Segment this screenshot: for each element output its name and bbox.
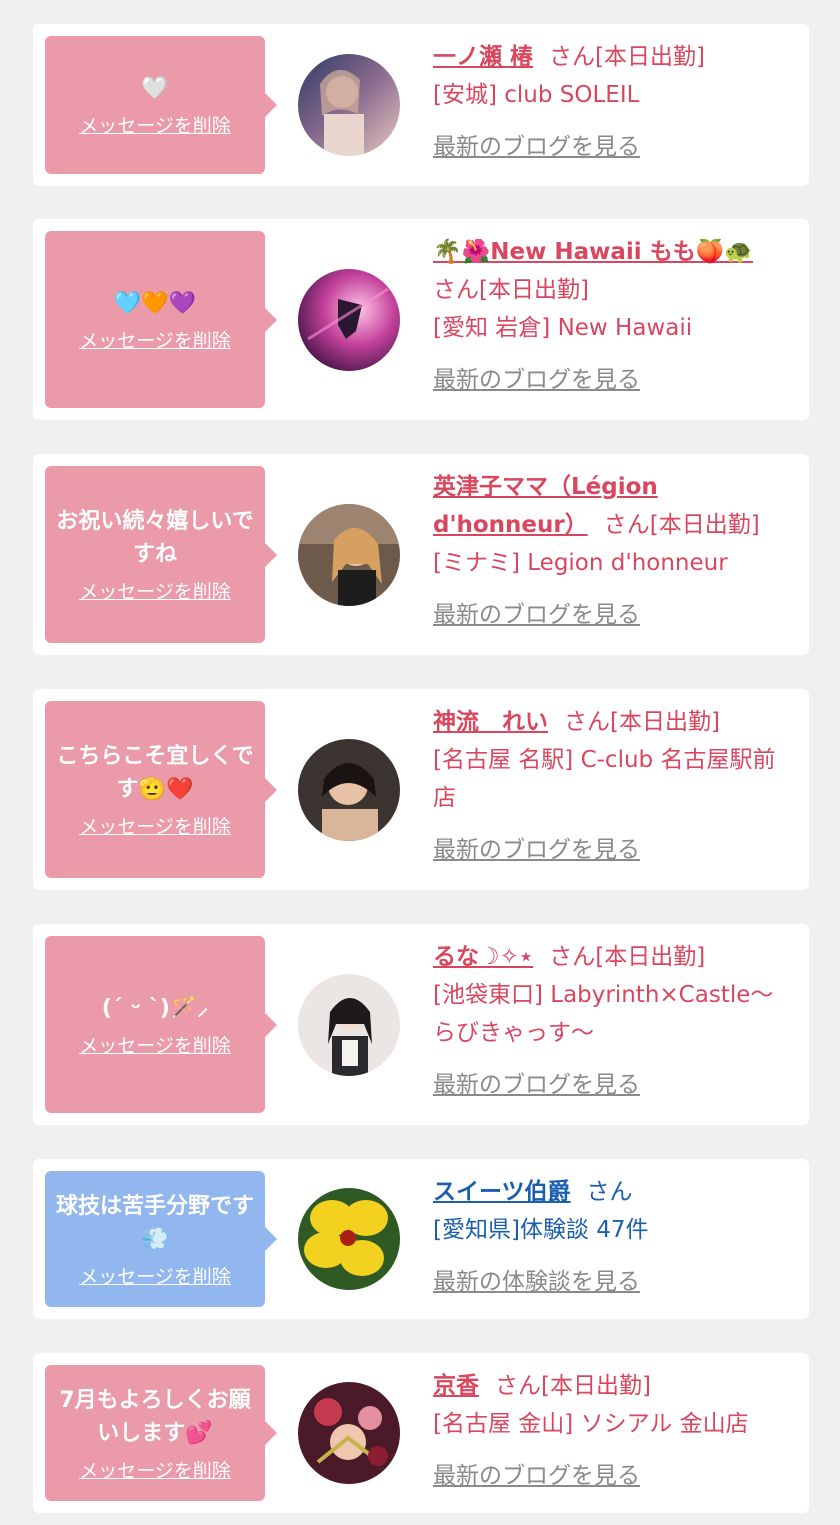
shop-label: [ミナミ] Legion d'honneur (433, 550, 728, 576)
message-card: (ˊ ᵕ ˋ)🪄⸝ メッセージを削除 るな☽✧⋆ さん[本日出勤] [池袋東口] … (33, 924, 809, 1125)
message-text: お祝い続々嬉しいですね (56, 509, 254, 567)
message-bubble: 7月もよろしくお願いします💕 メッセージを削除 (45, 1365, 277, 1501)
profile-info: 神流 れい さん[本日出勤] [名古屋 名駅] C-club 名古屋駅前店 最新の… (433, 703, 789, 869)
profile-info: 🌴🌺New Hawaii もも🍑🐢 さん[本日出勤] [愛知 岩倉] New H… (433, 233, 789, 399)
message-card: 7月もよろしくお願いします💕 メッセージを削除 京香 さん[本日出勤] [名古屋 … (33, 1353, 809, 1513)
message-bubble: (ˊ ᵕ ˋ)🪄⸝ メッセージを削除 (45, 936, 277, 1113)
delete-message-link[interactable]: メッセージを削除 (79, 1456, 231, 1483)
message-list: 🤍 メッセージを削除 一ノ瀬 椿さん[本日出勤] [安城] club SOLEI… (0, 0, 840, 1525)
message-text: 球技は苦手分野です💨 (55, 1193, 254, 1252)
message-text: 🩵🧡💜 (113, 290, 197, 316)
avatar[interactable] (298, 268, 400, 371)
avatar[interactable] (298, 738, 400, 841)
delete-message-link[interactable]: メッセージを削除 (79, 1031, 231, 1058)
avatar[interactable] (298, 503, 400, 606)
delete-message-link[interactable]: メッセージを削除 (79, 1262, 231, 1289)
delete-message-link[interactable]: メッセージを削除 (79, 577, 231, 604)
latest-blog-link[interactable]: 最新のブログを見る (433, 831, 640, 869)
message-text: こちらこそ宜しくです🫡❤️ (56, 744, 254, 802)
honorific-status: さん[本日出勤] (549, 44, 705, 70)
message-text: 🤍 (141, 76, 169, 101)
latest-blog-link[interactable]: 最新のブログを見る (433, 361, 640, 399)
profile-info: るな☽✧⋆ さん[本日出勤] [池袋東口] Labyrinth×Castle〜らび… (433, 938, 789, 1104)
message-card: 🩵🧡💜 メッセージを削除 🌴🌺New Hawaii もも🍑🐢 さん[本日出勤] … (33, 219, 809, 420)
message-bubble: 球技は苦手分野です💨 メッセージを削除 (45, 1171, 277, 1307)
message-text: 7月もよろしくお願いします💕 (59, 1387, 251, 1446)
message-card: お祝い続々嬉しいですね メッセージを削除 英津子ママ（Légion d'honn… (33, 454, 809, 655)
shop-label: [愛知 岩倉] New Hawaii (433, 315, 693, 341)
profile-name-link[interactable]: 神流 れい (433, 709, 548, 735)
hibiscus-avatar[interactable] (298, 1188, 400, 1290)
shop-label: [安城] club SOLEIL (433, 82, 640, 108)
shop-label: [池袋東口] Labyrinth×Castle〜らびきゃっす〜 (433, 982, 774, 1046)
honorific-status: さん (586, 1179, 633, 1205)
profile-name-link[interactable]: 🌴🌺New Hawaii もも🍑🐢 (433, 239, 753, 265)
message-bubble: こちらこそ宜しくです🫡❤️ メッセージを削除 (45, 701, 277, 878)
profile-name-link[interactable]: るな☽✧⋆ (433, 944, 533, 970)
profile-name-link[interactable]: 京香 (433, 1373, 479, 1399)
profile-info: 京香 さん[本日出勤] [名古屋 金山] ソシアル 金山店 最新のブログを見る (433, 1367, 789, 1495)
latest-blog-link[interactable]: 最新のブログを見る (433, 128, 640, 166)
profile-info: 一ノ瀬 椿さん[本日出勤] [安城] club SOLEIL 最新のブログを見る (433, 38, 789, 166)
honorific-status: さん[本日出勤] (549, 944, 706, 970)
shop-label: [愛知県]体験談 47件 (433, 1217, 649, 1243)
honorific-status: さん[本日出勤] (433, 277, 589, 303)
honorific-status: さん[本日出勤] (603, 512, 760, 538)
message-bubble: お祝い続々嬉しいですね メッセージを削除 (45, 466, 277, 643)
shop-label: [名古屋 名駅] C-club 名古屋駅前店 (433, 747, 776, 811)
latest-blog-link[interactable]: 最新のブログを見る (433, 596, 640, 634)
latest-blog-link[interactable]: 最新のブログを見る (433, 1066, 640, 1104)
message-bubble: 🩵🧡💜 メッセージを削除 (45, 231, 277, 408)
honorific-status: さん[本日出勤] (495, 1373, 651, 1399)
delete-message-link[interactable]: メッセージを削除 (79, 812, 231, 839)
profile-name-link[interactable]: スイーツ伯爵 (433, 1179, 571, 1205)
message-card: こちらこそ宜しくです🫡❤️ メッセージを削除 神流 れい さん[本日出勤] [名古… (33, 689, 809, 890)
delete-message-link[interactable]: メッセージを削除 (79, 326, 231, 353)
message-card: 球技は苦手分野です💨 メッセージを削除 スイーツ伯爵 さん [愛知県]体験談 47… (33, 1159, 809, 1319)
avatar[interactable] (298, 1382, 400, 1484)
shop-label: [名古屋 金山] ソシアル 金山店 (433, 1411, 749, 1437)
latest-blog-link[interactable]: 最新のブログを見る (433, 1457, 640, 1495)
honorific-status: さん[本日出勤] (564, 709, 720, 735)
message-text: (ˊ ᵕ ˋ)🪄⸝ (101, 995, 209, 1021)
profile-info: 英津子ママ（Légion d'honneur） さん[本日出勤] [ミナミ] Le… (433, 468, 789, 634)
profile-info: スイーツ伯爵 さん [愛知県]体験談 47件 最新の体験談を見る (433, 1173, 789, 1301)
avatar[interactable] (298, 973, 400, 1076)
message-card: 🤍 メッセージを削除 一ノ瀬 椿さん[本日出勤] [安城] club SOLEI… (33, 24, 809, 186)
message-bubble: 🤍 メッセージを削除 (45, 36, 277, 174)
avatar[interactable] (298, 54, 400, 156)
latest-review-link[interactable]: 最新の体験談を見る (433, 1263, 640, 1301)
profile-name-link[interactable]: 一ノ瀬 椿 (433, 44, 533, 70)
delete-message-link[interactable]: メッセージを削除 (79, 111, 231, 138)
